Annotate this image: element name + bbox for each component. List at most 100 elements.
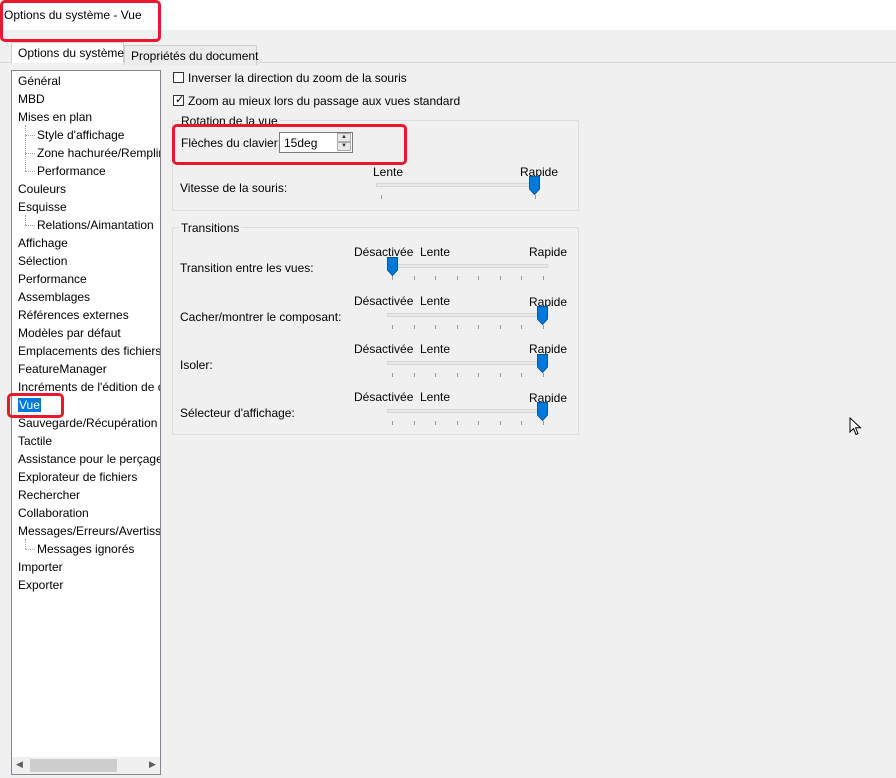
- slider-tick: [435, 373, 436, 377]
- transition-slow-label: Lente: [420, 294, 451, 308]
- options-tree[interactable]: Général MBD Mises en plan Style d'affichage…: [11, 70, 161, 775]
- tree-item-label: Performance: [37, 164, 106, 178]
- tree-item[interactable]: Emplacements des fichiers: [18, 343, 161, 359]
- tree-item[interactable]: Sauvegarde/Récupération: [18, 415, 157, 431]
- tree-item-label: Exporter: [18, 578, 64, 592]
- slider-thumb[interactable]: [387, 257, 398, 277]
- slider-tick: [414, 276, 415, 280]
- tree-item[interactable]: Messages/Erreurs/Avertisse: [18, 523, 160, 539]
- tree-item[interactable]: Messages ignorés: [37, 541, 134, 557]
- tree-item[interactable]: Zone hachurée/Remplir: [37, 145, 161, 161]
- tree-item-label: Sélection: [18, 254, 68, 268]
- slider-tick: [435, 421, 436, 425]
- slider-tick: [457, 325, 458, 329]
- slider-tick: [435, 325, 436, 329]
- tree-item-label: Affichage: [18, 236, 68, 250]
- tree-item[interactable]: Affichage: [18, 235, 68, 251]
- slider-tick: [500, 276, 501, 280]
- slider-track[interactable]: [387, 313, 548, 317]
- scroll-right-icon[interactable]: ▶: [149, 759, 156, 770]
- tree-item[interactable]: Esquisse: [18, 199, 67, 215]
- tree-item-label: Importer: [18, 560, 63, 574]
- rotation-group-title: Rotation de la vue: [179, 114, 280, 128]
- slider-tick: [521, 373, 522, 377]
- tree-item[interactable]: Général: [18, 73, 61, 89]
- tree-item[interactable]: Mises en plan: [18, 109, 92, 125]
- transition-slow-label: Lente: [420, 342, 451, 356]
- zoom-fit-checkbox[interactable]: ✓: [173, 94, 184, 106]
- tree-item[interactable]: Rechercher: [18, 487, 80, 503]
- tree-item[interactable]: Vue: [18, 397, 41, 413]
- arrow-keys-value[interactable]: 15deg: [284, 136, 317, 150]
- tree-connector: [25, 225, 35, 226]
- invert-zoom-checkbox[interactable]: [173, 72, 184, 83]
- tree-item-label: Zone hachurée/Remplir: [37, 146, 161, 160]
- slider-thumb[interactable]: [537, 402, 548, 422]
- tree-item-label: Assemblages: [18, 290, 91, 304]
- mouse-speed-slow-label: Lente: [373, 165, 404, 179]
- tab-options-systeme[interactable]: Options du système: [11, 42, 124, 63]
- tree-item[interactable]: Références externes: [18, 307, 129, 323]
- tree-item-label: FeatureManager: [18, 362, 107, 376]
- tree-item[interactable]: Style d'affichage: [37, 127, 124, 143]
- slider-tick: [457, 421, 458, 425]
- tree-item[interactable]: MBD: [18, 91, 45, 107]
- slider-tick: [392, 325, 393, 329]
- tree-connector: [25, 135, 35, 136]
- tree-connector: [25, 125, 26, 171]
- tree-horizontal-scrollbar[interactable]: ◀ ▶: [12, 757, 160, 774]
- tree-item[interactable]: Couleurs: [18, 181, 66, 197]
- transition-off-label: Désactivée: [354, 390, 414, 404]
- mouse-cursor-icon: [849, 417, 862, 436]
- tree-item-label: MBD: [18, 92, 45, 106]
- tree-item-label: Sauvegarde/Récupération: [18, 416, 158, 430]
- slider-track[interactable]: [376, 183, 540, 187]
- tree-item-label: Emplacements des fichiers: [18, 344, 161, 358]
- spinner-up-icon[interactable]: ▲: [337, 133, 351, 142]
- window-title: Options du système - Vue: [4, 8, 142, 22]
- tab-proprietes-document[interactable]: Propriétés du document: [124, 45, 258, 65]
- scrollbar-thumb[interactable]: [30, 759, 117, 772]
- slider-tick: [478, 421, 479, 425]
- slider-thumb[interactable]: [529, 176, 540, 196]
- tree-item-label: Tactile: [18, 434, 53, 448]
- invert-zoom-label: Inverser la direction du zoom de la sour…: [188, 71, 407, 85]
- tree-item-label: Général: [18, 74, 61, 88]
- tree-item[interactable]: Relations/Aimantation: [37, 217, 154, 233]
- slider-tick: [414, 325, 415, 329]
- slider-tick: [381, 195, 382, 199]
- slider-track[interactable]: [387, 264, 548, 268]
- tree-item-label: Messages ignorés: [37, 542, 135, 556]
- tree-item-label: Assistance pour le perçage/: [18, 452, 161, 466]
- slider-thumb[interactable]: [537, 354, 548, 374]
- slider-track[interactable]: [387, 361, 548, 365]
- slider-tick: [500, 373, 501, 377]
- tree-item[interactable]: Collaboration: [18, 505, 89, 521]
- tree-item[interactable]: Tactile: [18, 433, 52, 449]
- slider-tick: [500, 325, 501, 329]
- tree-item-label: Incréments de l'édition de c: [18, 380, 161, 394]
- tree-item[interactable]: Sélection: [18, 253, 67, 269]
- tree-item[interactable]: Modèles par défaut: [18, 325, 121, 341]
- tree-item[interactable]: Assemblages: [18, 289, 90, 305]
- tree-connector: [25, 171, 35, 172]
- scroll-left-icon[interactable]: ◀: [16, 759, 23, 770]
- slider-tick: [478, 325, 479, 329]
- spinner-down-icon[interactable]: ▼: [337, 142, 351, 151]
- tree-item[interactable]: Exporter: [18, 577, 63, 593]
- transition-off-label: Désactivée: [354, 294, 414, 308]
- arrow-keys-label: Flèches du clavier:: [181, 136, 282, 150]
- tree-item[interactable]: FeatureManager: [18, 361, 107, 377]
- slider-thumb[interactable]: [537, 306, 548, 326]
- tree-item[interactable]: Performance: [18, 271, 87, 287]
- slider-track[interactable]: [387, 409, 548, 413]
- tree-item[interactable]: Explorateur de fichiers: [18, 469, 137, 485]
- slider-tick: [414, 373, 415, 377]
- slider-tick: [521, 421, 522, 425]
- tree-item[interactable]: Importer: [18, 559, 63, 575]
- tree-item[interactable]: Performance: [37, 163, 106, 179]
- tree-item[interactable]: Assistance pour le perçage/: [18, 451, 161, 467]
- tree-item[interactable]: Incréments de l'édition de c: [18, 379, 161, 395]
- tree-item-label: Couleurs: [18, 182, 67, 196]
- transition-row-label: Cacher/montrer le composant:: [180, 310, 342, 324]
